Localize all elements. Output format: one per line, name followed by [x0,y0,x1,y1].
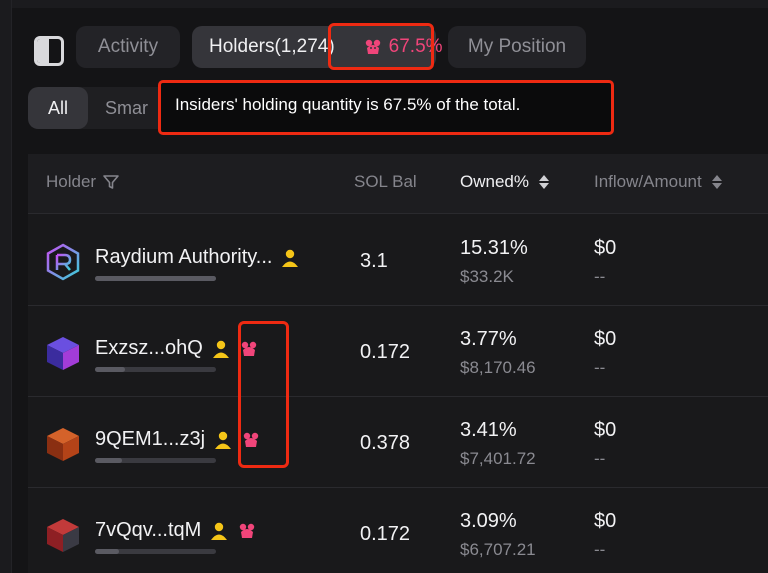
highlight-insider-percentage [328,23,434,70]
dev-icon [215,431,232,449]
table-row[interactable]: Exzsz...ohQ 0.172 3.77% $8,170.46 $0 -- [28,306,768,397]
owned-value: $8,170.46 [460,358,536,377]
column-holder[interactable]: Holder [46,172,120,192]
owned-value: $33.2K [460,267,514,286]
table-header: Holder SOL Bal Owned% Inflow/Amount [28,154,768,214]
inflow-amount: $0 [594,328,617,350]
holding-bar [95,367,216,372]
filter-smart-label: Smar [105,97,149,118]
sol-balance: 3.1 [360,250,388,272]
filter-icon[interactable] [102,173,120,191]
dev-icon [212,340,229,358]
sort-icon[interactable] [711,175,722,189]
holding-bar [95,549,216,554]
raydium-logo-icon [46,243,80,281]
orange-cube-avatar-icon [47,428,79,461]
dev-icon [282,249,299,267]
tab-activity-label: Activity [97,36,159,57]
insider-rat-icon [240,523,255,538]
holder-name[interactable]: 9QEM1...z3j [95,428,261,451]
inflow-sub: -- [594,267,606,286]
owned-percent: 3.09% [460,510,517,532]
holder-name[interactable]: 7vQqv...tqM [95,519,257,542]
sol-balance: 0.172 [360,523,411,545]
filter-smart-button[interactable]: Smar [105,87,148,129]
inflow-sub: -- [594,449,606,468]
column-inflow-label: Inflow/Amount [594,172,702,191]
tab-my-position-label: My Position [467,36,567,57]
top-bar [0,0,768,8]
column-sol-bal[interactable]: SOL Bal [354,172,417,192]
inflow-amount: $0 [594,419,617,441]
sol-balance: 0.172 [360,341,411,363]
column-sol-bal-label: SOL Bal [354,172,417,191]
inflow-sub: -- [594,358,606,377]
tab-holders-label: Holders(1,274) [209,36,335,57]
insider-tooltip-text: Insiders' holding quantity is 67.5% of t… [175,95,521,114]
highlight-insider-icons [238,321,289,468]
table-row[interactable]: Raydium Authority... 3.1 15.31% $33.2K $… [28,215,768,306]
owned-value: $6,707.21 [460,540,536,559]
panel-toggle-icon[interactable] [34,36,64,66]
purple-cube-avatar-icon [47,337,79,370]
holder-name-text[interactable]: 7vQqv...tqM [95,519,201,542]
owned-percent: 15.31% [460,237,528,259]
column-inflow[interactable]: Inflow/Amount [594,172,722,192]
inflow-amount: $0 [594,510,617,532]
table-row[interactable]: 7vQqv...tqM 0.172 3.09% $6,707.21 $0 -- [28,488,768,573]
holder-name-text[interactable]: Exzsz...ohQ [95,337,203,360]
insider-tooltip: Insiders' holding quantity is 67.5% of t… [158,80,614,135]
tab-activity[interactable]: Activity [76,26,180,68]
holding-bar [95,276,216,281]
holder-name-text[interactable]: Raydium Authority... [95,246,272,269]
column-holder-label: Holder [46,172,97,191]
holder-name-text[interactable]: 9QEM1...z3j [95,428,205,451]
filter-all-button[interactable]: All [28,87,88,129]
table-row[interactable]: 9QEM1...z3j 0.378 3.41% $7,401.72 $0 -- [28,397,768,488]
inflow-sub: -- [594,540,606,559]
holder-name[interactable]: Exzsz...ohQ [95,337,259,360]
holding-bar [95,458,216,463]
column-owned-label: Owned% [460,172,529,191]
red-cube-avatar-icon [47,519,79,552]
dev-icon [211,522,228,540]
column-owned[interactable]: Owned% [460,172,549,192]
holder-name[interactable]: Raydium Authority... [95,246,300,269]
owned-percent: 3.77% [460,328,517,350]
holders-table: Holder SOL Bal Owned% Inflow/Amount Rayd… [28,154,768,573]
sort-icon[interactable] [538,175,549,189]
sol-balance: 0.378 [360,432,411,454]
left-edge-panel [0,0,12,573]
owned-value: $7,401.72 [460,449,536,468]
owned-percent: 3.41% [460,419,517,441]
tab-my-position[interactable]: My Position [448,26,586,68]
inflow-amount: $0 [594,237,617,259]
filter-group: All Smar [28,87,178,129]
filter-all-label: All [47,97,68,118]
